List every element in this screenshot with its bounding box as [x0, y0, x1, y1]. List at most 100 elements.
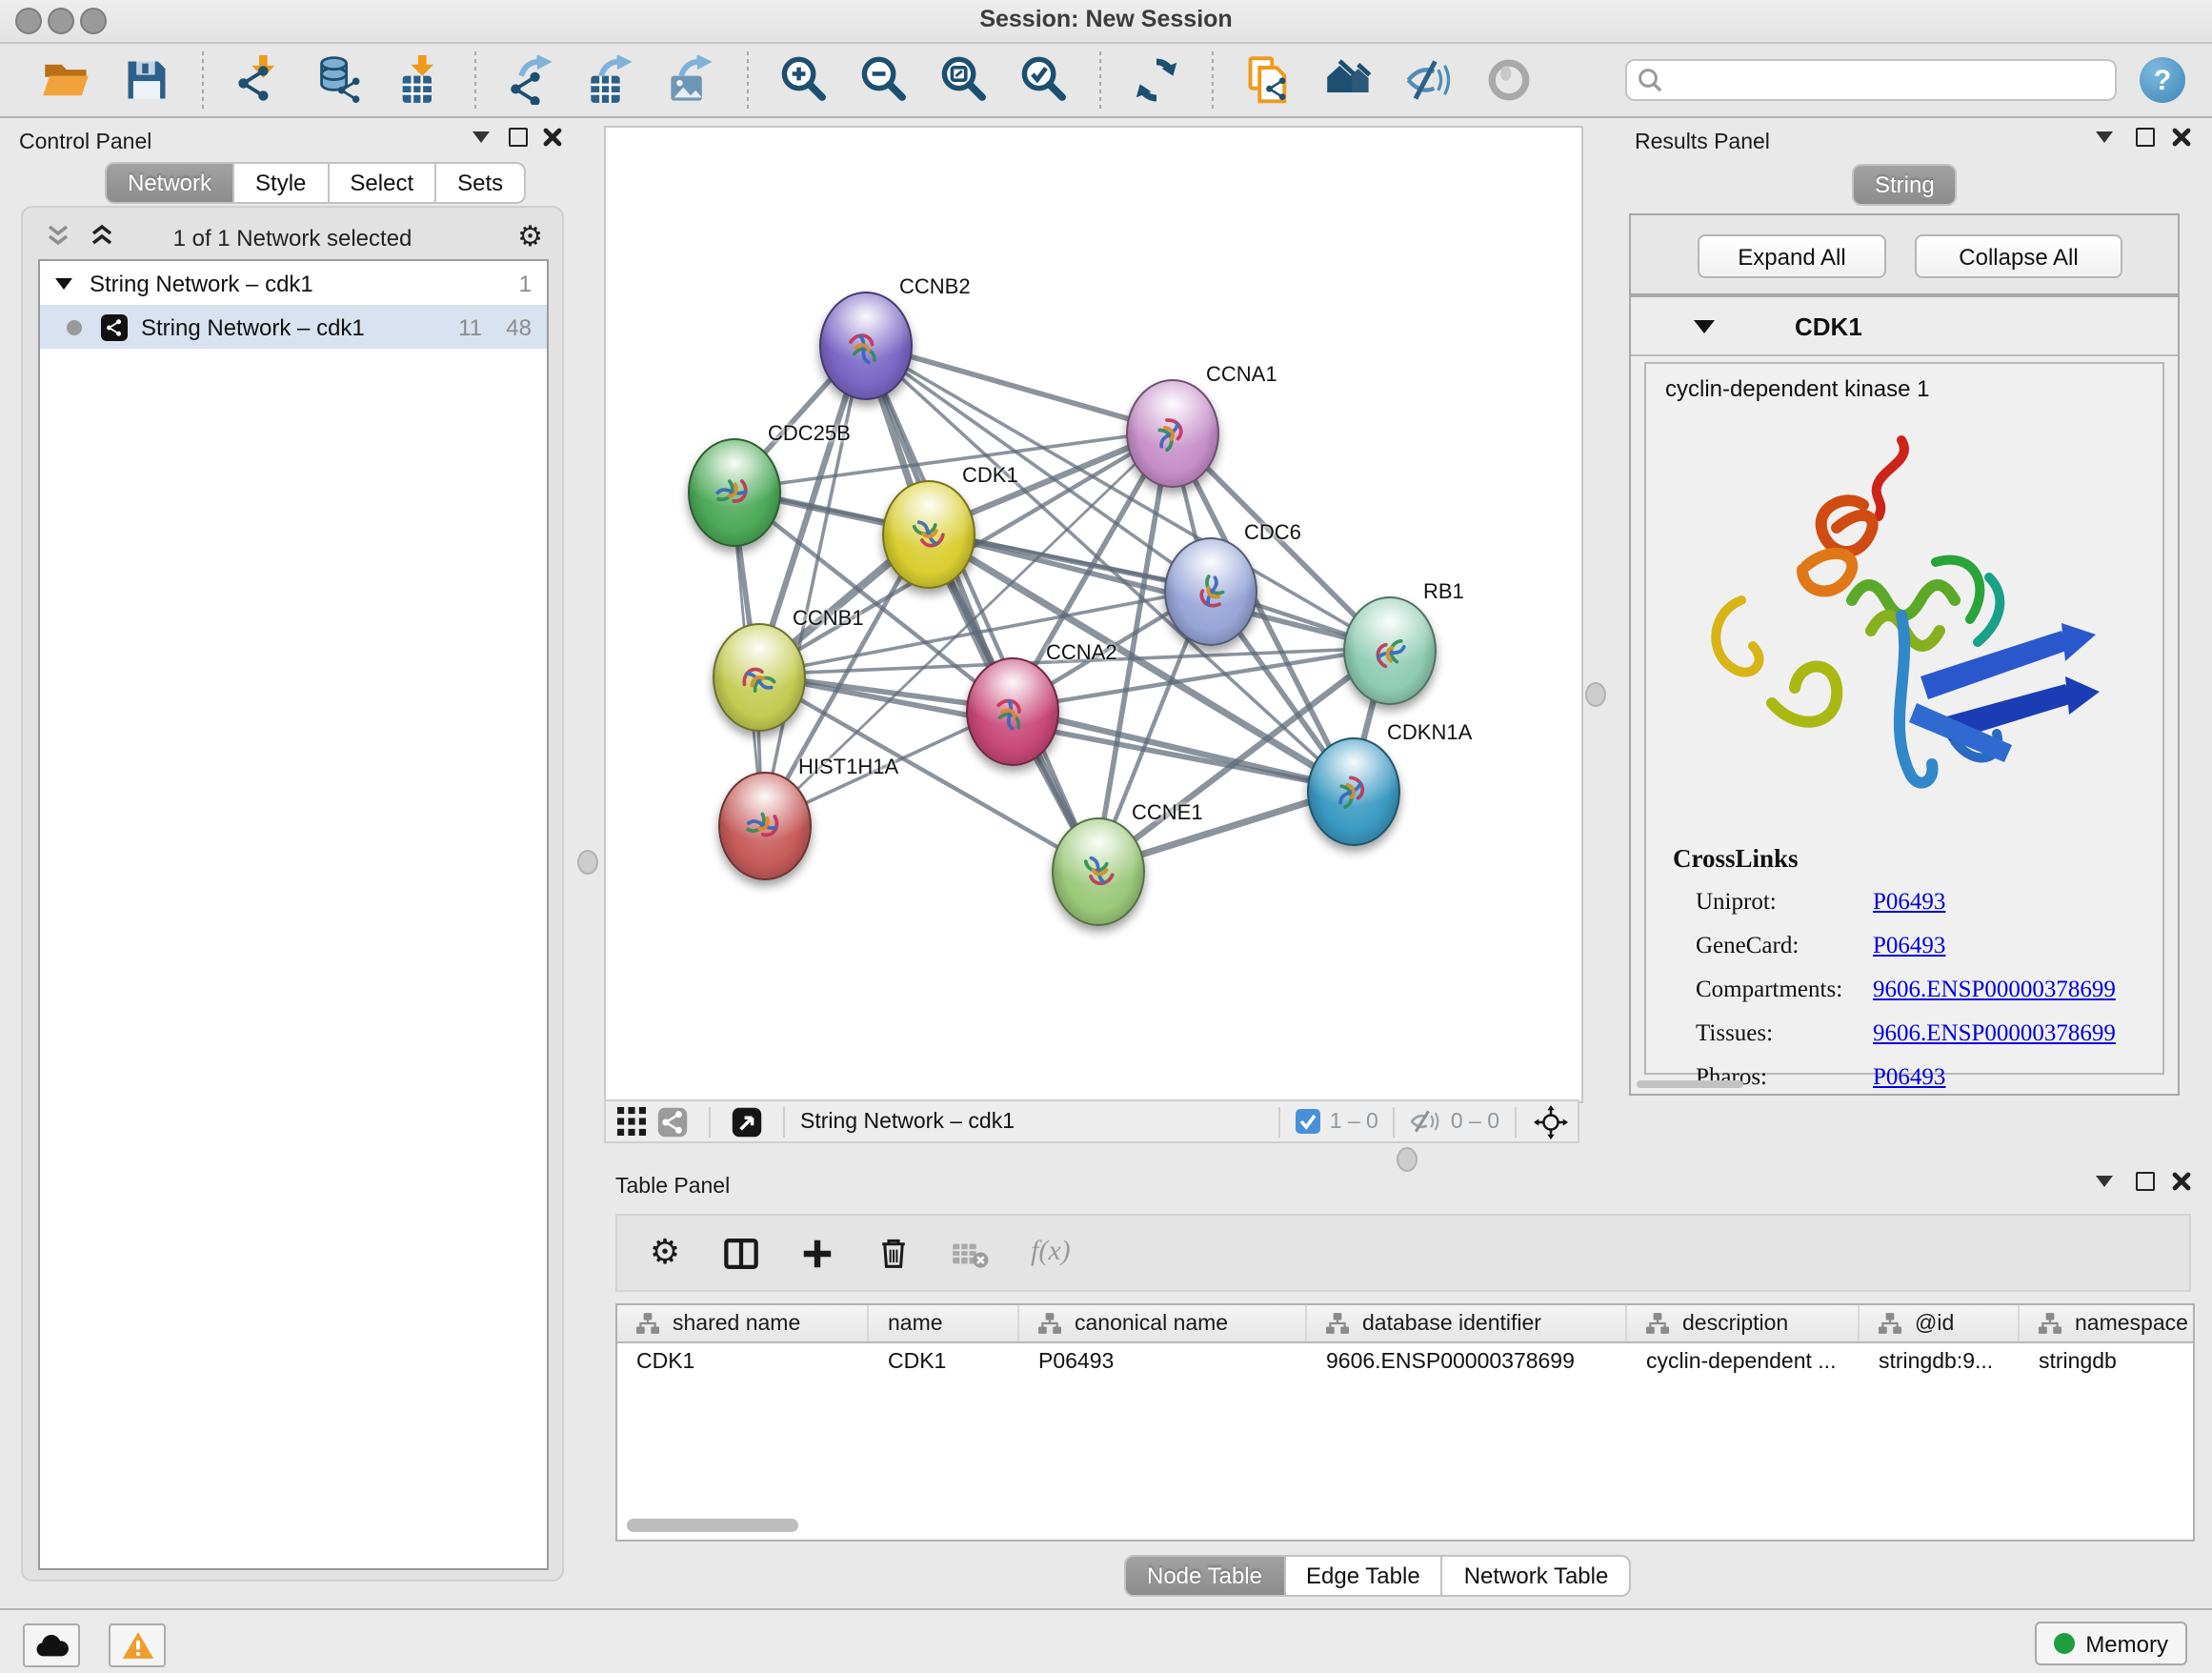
refresh-view-button[interactable]	[1126, 50, 1187, 111]
network-node-ccnb1[interactable]	[712, 622, 805, 731]
tab-network-table[interactable]: Network Table	[1443, 1555, 1632, 1597]
add-column-icon[interactable]	[796, 1232, 838, 1274]
network-thumbnail-icon[interactable]	[655, 1100, 690, 1142]
network-node-hist1h1a[interactable]	[717, 771, 811, 879]
crosslink-row: Uniprot:P06493	[1696, 880, 2162, 924]
export-network-button[interactable]	[501, 50, 562, 111]
card-scrollbar[interactable]	[1637, 1080, 1743, 1088]
right-splitter-handle[interactable]	[1585, 682, 1606, 707]
crosslink-value-link[interactable]: P06493	[1873, 1063, 1945, 1092]
expand-all-button[interactable]: Expand All	[1698, 234, 1886, 278]
network-canvas[interactable]: CCNB2 CCNA1 CDC25B CDK1 CDC6 RB1	[604, 126, 1583, 1103]
network-node-rb1[interactable]	[1342, 595, 1436, 704]
help-button[interactable]: ?	[2140, 57, 2185, 103]
grid-view-icon[interactable]	[613, 1100, 648, 1142]
table-gear-icon[interactable]: ⚙	[644, 1232, 686, 1274]
results-panel: Results Panel String Expand All Collapse…	[1608, 120, 2195, 1164]
node-label-cdk1: CDK1	[962, 465, 1018, 488]
horizontal-splitter-handle[interactable]	[1397, 1147, 1418, 1172]
table-horizontal-scrollbar[interactable]	[627, 1519, 798, 1532]
show-hidden-button[interactable]	[1478, 50, 1539, 111]
hidden-eye-slash-icon[interactable]	[1411, 1109, 1441, 1134]
open-session-button[interactable]	[36, 50, 97, 111]
table-row[interactable]: CDK1CDK1P064939606.ENSP00000378699cyclin…	[617, 1343, 2193, 1381]
tab-network[interactable]: Network	[105, 162, 234, 204]
delete-column-trash-icon[interactable]	[873, 1232, 915, 1274]
disclosure-triangle-icon[interactable]	[55, 276, 72, 290]
network-status-dot-icon	[67, 319, 82, 334]
zoom-out-button[interactable]	[854, 50, 915, 111]
results-panel-menu-icon[interactable]	[2096, 130, 2113, 143]
network-node-cdc6[interactable]	[1163, 536, 1257, 645]
warning-triangle-icon	[121, 1631, 153, 1660]
network-tree-item-row[interactable]: String Network – cdk1 11 48	[40, 305, 547, 349]
control-panel-close-icon[interactable]	[543, 128, 562, 147]
tab-node-table[interactable]: Node Table	[1124, 1555, 1285, 1597]
crosslink-value-link[interactable]: P06493	[1873, 888, 1945, 917]
control-panel-float-icon[interactable]	[509, 128, 528, 147]
zoom-selected-button[interactable]	[1014, 50, 1075, 111]
column-header-label: @id	[1915, 1312, 1954, 1335]
collapse-all-button[interactable]: Collapse All	[1915, 234, 2122, 278]
search-field[interactable]	[1663, 67, 2105, 93]
birdseye-view-icon[interactable]	[730, 1100, 764, 1142]
network-node-cdkn1a[interactable]	[1306, 736, 1399, 845]
network-node-cdk1[interactable]	[881, 479, 975, 588]
tab-string[interactable]: String	[1852, 164, 1958, 206]
tab-select[interactable]: Select	[329, 162, 436, 204]
column-header-description[interactable]: description	[1627, 1305, 1860, 1341]
tab-style[interactable]: Style	[234, 162, 329, 204]
import-network-from-file-button[interactable]	[229, 50, 290, 111]
node-label-cdc25b: CDC25B	[768, 423, 851, 446]
column-header-label: database identifier	[1362, 1312, 1541, 1335]
network-node-ccne1[interactable]	[1051, 816, 1144, 925]
results-panel-float-icon[interactable]	[2136, 128, 2155, 147]
network-node-ccna2[interactable]	[965, 656, 1058, 765]
crosslink-value-link[interactable]: 9606.ENSP00000378699	[1873, 1019, 2116, 1048]
export-image-button[interactable]	[661, 50, 722, 111]
eye-slash-icon	[1404, 55, 1454, 105]
search-input[interactable]	[1625, 59, 2117, 101]
control-panel-menu-icon[interactable]	[473, 130, 490, 143]
column-header-database-identifier[interactable]: database identifier	[1307, 1305, 1627, 1341]
clone-network-button[interactable]	[1238, 50, 1299, 111]
column-header-namespace[interactable]: namespace	[2020, 1305, 2195, 1341]
table-panel-close-icon[interactable]	[2172, 1172, 2191, 1191]
protein-card-header[interactable]: CDK1	[1631, 297, 2178, 356]
network-overview-button[interactable]	[1318, 50, 1379, 111]
tab-edge-table[interactable]: Edge Table	[1285, 1555, 1443, 1597]
crosslink-value-link[interactable]: P06493	[1873, 932, 1945, 960]
table-panel-menu-icon[interactable]	[2096, 1174, 2113, 1187]
import-table-icon	[394, 55, 444, 105]
column-header-name[interactable]: name	[869, 1305, 1019, 1341]
zoom-in-button[interactable]	[774, 50, 835, 111]
column-header-canonical-name[interactable]: canonical name	[1019, 1305, 1307, 1341]
left-splitter-handle[interactable]	[577, 850, 598, 875]
hide-selected-button[interactable]	[1398, 50, 1459, 111]
import-table-from-file-button[interactable]	[389, 50, 450, 111]
table-panel-float-icon[interactable]	[2136, 1172, 2155, 1191]
network-node-ccna1[interactable]	[1125, 378, 1218, 487]
fit-selected-crosshair-icon[interactable]	[1532, 1100, 1570, 1142]
network-tree-root-row[interactable]: String Network – cdk1 1	[40, 261, 547, 305]
column-header-shared-name[interactable]: shared name	[617, 1305, 869, 1341]
crosslink-value-link[interactable]: 9606.ENSP00000378699	[1873, 976, 2116, 1004]
crosslink-label: Uniprot:	[1696, 888, 1873, 917]
import-network-from-database-button[interactable]	[309, 50, 370, 111]
network-node-ccnb2[interactable]	[818, 291, 912, 399]
collapse-card-triangle-icon[interactable]	[1694, 318, 1715, 333]
column-header--id[interactable]: @id	[1860, 1305, 2020, 1341]
network-node-cdc25b[interactable]	[687, 437, 780, 546]
selected-checkbox-icon[interactable]	[1296, 1109, 1320, 1134]
save-session-button[interactable]	[116, 50, 177, 111]
results-panel-close-icon[interactable]	[2172, 128, 2191, 147]
zoom-fit-button[interactable]	[934, 50, 995, 111]
warnings-button[interactable]	[109, 1623, 166, 1667]
select-columns-icon[interactable]	[720, 1232, 762, 1274]
export-table-button[interactable]	[581, 50, 642, 111]
memory-button[interactable]: Memory	[2034, 1622, 2187, 1665]
crosslink-label: Tissues:	[1696, 1019, 1873, 1048]
cloud-button[interactable]	[23, 1623, 80, 1667]
tab-sets[interactable]: Sets	[436, 162, 526, 204]
network-options-gear-icon[interactable]: ⚙	[517, 219, 543, 253]
